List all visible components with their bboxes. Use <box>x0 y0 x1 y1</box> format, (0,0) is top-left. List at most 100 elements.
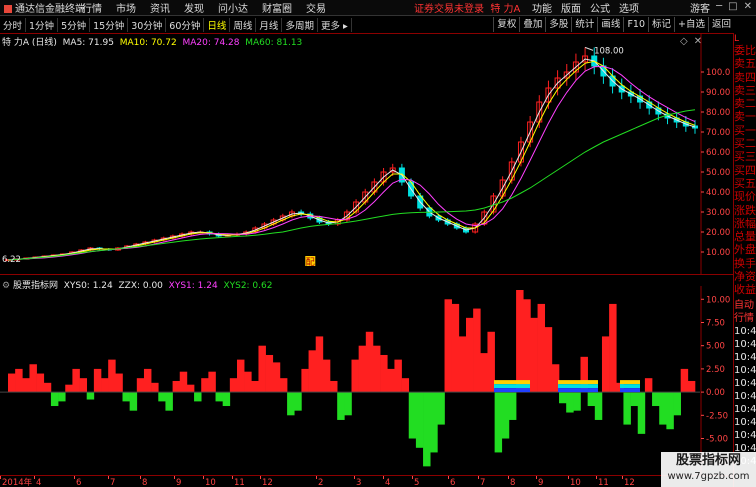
back-button[interactable]: 返回 <box>707 17 734 32</box>
menu-item-layout[interactable]: 版面 <box>561 4 581 15</box>
menu-item-news[interactable]: 资讯 <box>150 4 170 15</box>
menu-item-options[interactable]: 选项 <box>619 4 639 15</box>
sidebar-tick-item[interactable]: 10:4 <box>734 403 756 416</box>
price-chart[interactable]: 100.0 90.00 80.00 70.00 60.00 50.00 40.00 30.00… <box>0 34 733 274</box>
period-daily[interactable]: 日线 <box>204 17 231 32</box>
period-weekly[interactable]: 周线 <box>230 17 257 32</box>
signal-band-cyan <box>494 384 530 389</box>
draw-line-button[interactable]: 画线 <box>597 17 623 32</box>
sidebar-quote-item[interactable]: 买一 <box>734 124 756 137</box>
date-axis-label: 3 <box>356 478 361 487</box>
sidebar-tick-item[interactable]: 10:4 <box>734 364 756 377</box>
price-axis-label: 20.00 <box>706 228 730 238</box>
sidebar-tick-item[interactable]: 10:4 <box>734 390 756 403</box>
period-1min[interactable]: 1分钟 <box>26 17 59 32</box>
period-multi[interactable]: 多周期 <box>282 17 318 32</box>
price-axis-label: 60.00 <box>706 148 730 158</box>
indicator-bar-down <box>50 392 59 407</box>
period-30min[interactable]: 30分钟 <box>128 17 167 32</box>
indicator-bar-up <box>451 303 460 393</box>
sidebar-quote-item[interactable]: 委比 <box>734 44 756 57</box>
add-watchlist-button[interactable]: +自选 <box>674 17 708 32</box>
sidebar-quote-item[interactable]: 收益 <box>734 283 756 296</box>
sidebar-quote-item[interactable]: 涨跌 <box>734 204 756 217</box>
sidebar-tick-item[interactable]: 10:4 <box>734 416 756 429</box>
indicator-bar-down <box>415 392 424 448</box>
period-15min[interactable]: 15分钟 <box>90 17 129 32</box>
indicator-bar-down <box>559 392 567 404</box>
menu-item-formula[interactable]: 公式 <box>590 4 610 15</box>
indicator-bar-up <box>387 368 395 393</box>
indicator-bar-up <box>43 382 52 393</box>
menu-item-ask[interactable]: 问小达 <box>218 4 248 15</box>
indicator-bar-up <box>530 317 538 393</box>
indicator-bar-down <box>423 392 431 467</box>
indicator-bar-up <box>93 368 102 393</box>
user-label[interactable]: 游客 <box>690 0 710 15</box>
indicator-axis-label: 5.00 <box>706 342 725 352</box>
sidebar-quote-item[interactable]: 外盘 <box>734 243 756 256</box>
menu-item-wealth[interactable]: 财富圈 <box>262 4 292 15</box>
indicator-chart[interactable]: 10.007.505.002.500.00-2.50-5.00-7.50 <box>0 286 733 475</box>
sidebar-tick-item[interactable]: 10:4 <box>734 338 756 351</box>
date-axis-label: 10 <box>205 478 216 487</box>
period-intraday[interactable]: 分时 <box>0 17 27 32</box>
mark-button[interactable]: 标记 <box>648 17 674 32</box>
sidebar-quote-item[interactable]: 总量 <box>734 230 756 243</box>
f10-button[interactable]: F10 <box>623 17 648 32</box>
price-axis-label: 50.00 <box>706 168 730 178</box>
period-60min[interactable]: 60分钟 <box>166 17 205 32</box>
sidebar-quote-item[interactable]: 换手 <box>734 257 756 270</box>
menu-item-function[interactable]: 功能 <box>532 4 552 15</box>
sidebar-tick-item[interactable]: 自动 <box>734 299 756 312</box>
indicator-bar-down <box>501 392 510 439</box>
sidebar-quote-item[interactable]: 净资 <box>734 270 756 283</box>
sidebar-tick-item[interactable]: 行情 <box>734 312 756 325</box>
price-axis-label: 70.00 <box>706 128 730 138</box>
multi-stock-button[interactable]: 多股 <box>545 17 571 32</box>
ma60-line <box>7 109 696 261</box>
indicator-axis-label: -2.50 <box>706 411 728 421</box>
sidebar-quote-item[interactable]: 涨幅 <box>734 217 756 230</box>
login-notice[interactable]: 证券交易未登录 特 力A <box>414 0 520 15</box>
sidebar-quote-item[interactable]: 卖四 <box>734 71 756 84</box>
indicator-bar-up <box>279 378 288 393</box>
sidebar-quote-item[interactable]: 卖二 <box>734 97 756 110</box>
maximize-icon[interactable]: □ <box>728 1 737 12</box>
indicator-bar-up <box>487 331 495 393</box>
period-more[interactable]: 更多 ▸ <box>318 17 352 32</box>
sidebar-quote-item[interactable]: 买二 <box>734 137 756 150</box>
sidebar-quote-item[interactable]: 卖三 <box>734 84 756 97</box>
adjust-button[interactable]: 复权 <box>493 17 519 32</box>
menu-item-trade[interactable]: 交易 <box>306 4 326 15</box>
tick-items: 自动 行情 10:4 10:4 10:4 10:4 10:4 10:4 10:4 10:4 10:4… <box>734 299 756 468</box>
indicator-bar-up <box>351 359 359 393</box>
sidebar-tick-item[interactable]: 10:4 <box>734 429 756 442</box>
indicator-bar-down <box>666 392 674 430</box>
statistics-button[interactable]: 统计 <box>571 17 597 32</box>
sidebar-tick-item[interactable]: 10:4 <box>734 377 756 390</box>
overlay-button[interactable]: 叠加 <box>519 17 545 32</box>
sidebar-quote-item[interactable]: 买五 <box>734 177 756 190</box>
sidebar-tick-item[interactable]: 10:4 <box>734 325 756 338</box>
sidebar-tick-item[interactable]: 10:4 <box>734 351 756 364</box>
sidebar-quote-item[interactable]: 卖一 <box>734 110 756 123</box>
signal-band-blue <box>558 388 598 393</box>
indicator-axis-label: 2.50 <box>706 365 725 375</box>
sidebar-quote-item[interactable]: 买三 <box>734 150 756 163</box>
period-5min[interactable]: 5分钟 <box>58 17 91 32</box>
period-monthly[interactable]: 月线 <box>256 17 283 32</box>
menu-item-discover[interactable]: 发现 <box>184 4 204 15</box>
menu-item-market[interactable]: 市场 <box>116 4 136 15</box>
sidebar-quote-item[interactable]: 卖五 <box>734 57 756 70</box>
close-icon[interactable]: ✕ <box>744 1 752 12</box>
indicator-bar-up <box>143 368 152 393</box>
minimize-icon[interactable]: ─ <box>716 1 722 12</box>
indicator-bar-up <box>523 299 531 393</box>
indicator-bar-up <box>308 350 317 393</box>
date-axis-label: 4 <box>385 478 390 487</box>
menu-item-quotes[interactable]: 行情 <box>82 4 102 15</box>
sidebar-quote-item[interactable]: 买四 <box>734 164 756 177</box>
sidebar-quote-item[interactable]: 现价 <box>734 190 756 203</box>
indicator-bar-up <box>65 384 73 393</box>
